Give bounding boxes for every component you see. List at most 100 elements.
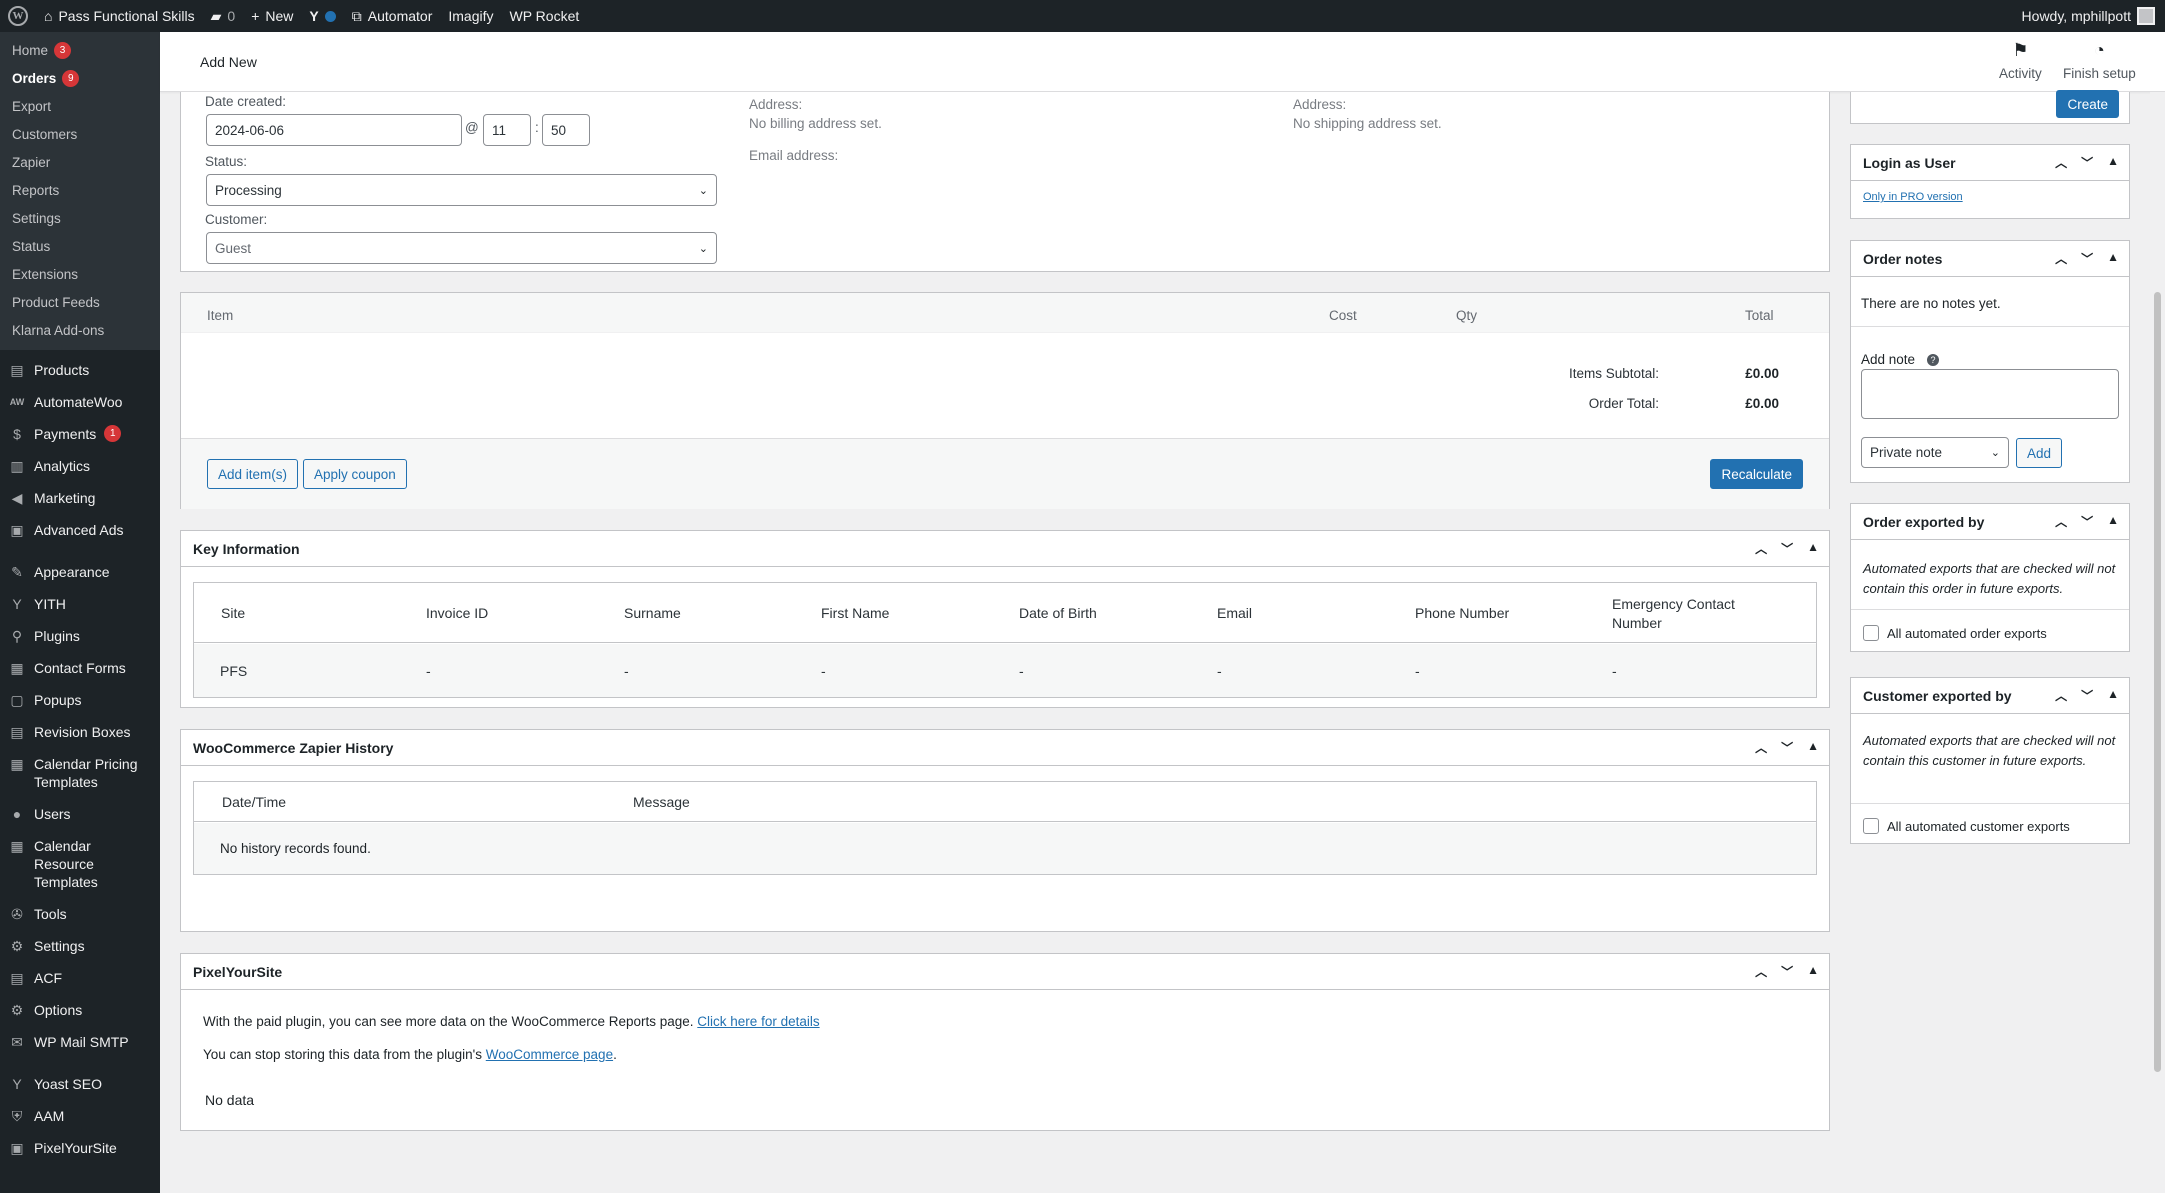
- submenu-export[interactable]: Export: [0, 92, 160, 120]
- move-up-icon[interactable]: ︿: [1755, 963, 1767, 980]
- submenu-status[interactable]: Status: [0, 232, 160, 260]
- submenu-settings[interactable]: Settings: [0, 204, 160, 232]
- menu-tools[interactable]: ✇ Tools: [0, 898, 160, 930]
- my-account-link[interactable]: Howdy, mphillpott: [2014, 0, 2165, 32]
- menu-settings[interactable]: ⚙ Settings: [0, 930, 160, 962]
- add-note-button[interactable]: Add: [2016, 438, 2063, 468]
- all-automated-customer-exports-checkbox[interactable]: [1863, 818, 1879, 834]
- recalculate-button[interactable]: Recalculate: [1710, 459, 1803, 489]
- message-column-header: Message: [633, 794, 690, 810]
- all-automated-order-exports-option[interactable]: All automated order exports: [1863, 625, 2047, 641]
- yoast-icon: Y: [309, 8, 319, 24]
- all-automated-order-exports-checkbox[interactable]: [1863, 625, 1879, 641]
- scrollbar-thumb[interactable]: [2154, 292, 2161, 1072]
- move-down-icon[interactable]: ﹀: [1781, 963, 1793, 980]
- toggle-panel-icon[interactable]: ▲: [1807, 540, 1819, 557]
- note-type-select[interactable]: Private note ⌄: [1861, 437, 2009, 468]
- submenu-zapier[interactable]: Zapier: [0, 148, 160, 176]
- order-notes-title: Order notes: [1863, 250, 1943, 267]
- scrollbar-track[interactable]: [2150, 92, 2165, 1193]
- add-items-button[interactable]: Add item(s): [207, 459, 299, 489]
- move-up-icon[interactable]: ︿: [2055, 250, 2067, 267]
- submenu-label: Product Feeds: [12, 294, 100, 310]
- move-down-icon[interactable]: ﹀: [2081, 687, 2093, 704]
- pro-version-link[interactable]: Only in PRO version: [1863, 191, 1963, 203]
- imagify-link[interactable]: Imagify: [440, 0, 501, 32]
- move-up-icon[interactable]: ︿: [2055, 687, 2067, 704]
- menu-plugins[interactable]: ⚲ Plugins: [0, 620, 160, 652]
- analytics-icon: ▥: [10, 458, 24, 474]
- submenu-klarna-add-ons[interactable]: Klarna Add-ons: [0, 316, 160, 344]
- menu-automatewoo[interactable]: AW AutomateWoo: [0, 386, 160, 418]
- activity-button[interactable]: ⚑ Activity: [1999, 40, 2042, 81]
- move-up-icon[interactable]: ︿: [2055, 513, 2067, 530]
- create-order-button[interactable]: Create: [2056, 90, 2119, 118]
- move-down-icon[interactable]: ﹀: [1781, 739, 1793, 756]
- minute-input[interactable]: 50: [542, 114, 590, 146]
- toggle-panel-icon[interactable]: ▲: [2107, 250, 2119, 267]
- submenu-home[interactable]: Home 3: [0, 36, 160, 64]
- tools-icon: ✇: [11, 906, 23, 922]
- all-automated-customer-exports-option[interactable]: All automated customer exports: [1863, 818, 2070, 834]
- submenu-extensions[interactable]: Extensions: [0, 260, 160, 288]
- menu-wp-mail-smtp[interactable]: ✉ WP Mail SMTP: [0, 1026, 160, 1058]
- menu-products[interactable]: ▤ Products: [0, 354, 160, 386]
- move-down-icon[interactable]: ﹀: [2081, 250, 2093, 267]
- aam-icon: ⛨: [11, 1108, 23, 1124]
- finish-setup-button[interactable]: ◔ Finish setup: [2063, 40, 2136, 81]
- menu-payments[interactable]: $ Payments 1: [0, 418, 160, 450]
- menu-calendar-pricing-templates[interactable]: ▦ Calendar Pricing Templates: [0, 748, 160, 798]
- appearance-icon: ✎: [11, 564, 23, 580]
- menu-aam[interactable]: ⛨ AAM: [0, 1100, 160, 1132]
- menu-yith[interactable]: Y YITH: [0, 588, 160, 620]
- menu-advanced-ads[interactable]: ▣ Advanced Ads: [0, 514, 160, 546]
- hour-input[interactable]: 11: [483, 114, 531, 146]
- menu-revision-boxes[interactable]: ▤ Revision Boxes: [0, 716, 160, 748]
- move-up-icon[interactable]: ︿: [1755, 739, 1767, 756]
- automatewoo-icon: AW: [9, 397, 25, 407]
- add-note-textarea[interactable]: [1861, 369, 2119, 419]
- menu-popups[interactable]: ▢ Popups: [0, 684, 160, 716]
- submenu-customers[interactable]: Customers: [0, 120, 160, 148]
- move-up-icon[interactable]: ︿: [2055, 154, 2067, 171]
- new-content-button[interactable]: + New: [243, 0, 301, 32]
- toggle-panel-icon[interactable]: ▲: [2107, 687, 2119, 704]
- plugins-icon: ⚲: [11, 628, 23, 644]
- wordpress-logo-button[interactable]: W: [0, 0, 36, 32]
- toggle-panel-icon[interactable]: ▲: [2107, 513, 2119, 530]
- submenu-reports[interactable]: Reports: [0, 176, 160, 204]
- status-select[interactable]: Processing ⌄: [206, 174, 717, 206]
- menu-options[interactable]: ⚙ Options: [0, 994, 160, 1026]
- menu-yoast-seo[interactable]: Y Yoast SEO: [0, 1068, 160, 1100]
- move-down-icon[interactable]: ﹀: [1781, 540, 1793, 557]
- menu-calendar-resource-templates[interactable]: ▦ Calendar Resource Templates: [0, 830, 160, 898]
- box-controls: ︿ ﹀ ▲: [1755, 739, 1819, 756]
- order-data-panel: Date created: 2024-06-06 @ 11 : 50 Statu…: [180, 92, 1830, 272]
- menu-analytics[interactable]: ▥ Analytics: [0, 450, 160, 482]
- date-created-input[interactable]: 2024-06-06: [206, 114, 462, 146]
- menu-appearance[interactable]: ✎ Appearance: [0, 556, 160, 588]
- move-down-icon[interactable]: ﹀: [2081, 154, 2093, 171]
- customer-select[interactable]: Guest ⌄: [206, 232, 717, 264]
- yoast-admin-bar-button[interactable]: Y: [301, 0, 343, 32]
- menu-pixelyoursite[interactable]: ▣ PixelYourSite: [0, 1132, 160, 1164]
- submenu-product-feeds[interactable]: Product Feeds: [0, 288, 160, 316]
- menu-contact-forms[interactable]: ▦ Contact Forms: [0, 652, 160, 684]
- automator-link[interactable]: ⧉ Automator: [344, 0, 441, 32]
- site-name-link[interactable]: ⌂ Pass Functional Skills: [36, 0, 203, 32]
- apply-coupon-button[interactable]: Apply coupon: [303, 459, 407, 489]
- menu-acf[interactable]: ▤ ACF: [0, 962, 160, 994]
- toggle-panel-icon[interactable]: ▲: [1807, 739, 1819, 756]
- comments-link[interactable]: ▰ 0: [203, 0, 244, 32]
- woocommerce-page-link[interactable]: WooCommerce page: [486, 1047, 613, 1062]
- menu-users[interactable]: ● Users: [0, 798, 160, 830]
- click-here-for-details-link[interactable]: Click here for details: [697, 1014, 819, 1029]
- menu-marketing[interactable]: ◀ Marketing: [0, 482, 160, 514]
- submenu-orders[interactable]: Orders 9: [0, 64, 160, 92]
- toggle-panel-icon[interactable]: ▲: [2107, 154, 2119, 171]
- move-down-icon[interactable]: ﹀: [2081, 513, 2093, 530]
- toggle-panel-icon[interactable]: ▲: [1807, 963, 1819, 980]
- move-up-icon[interactable]: ︿: [1755, 540, 1767, 557]
- wp-rocket-link[interactable]: WP Rocket: [501, 0, 587, 32]
- help-icon[interactable]: ?: [1927, 353, 1940, 366]
